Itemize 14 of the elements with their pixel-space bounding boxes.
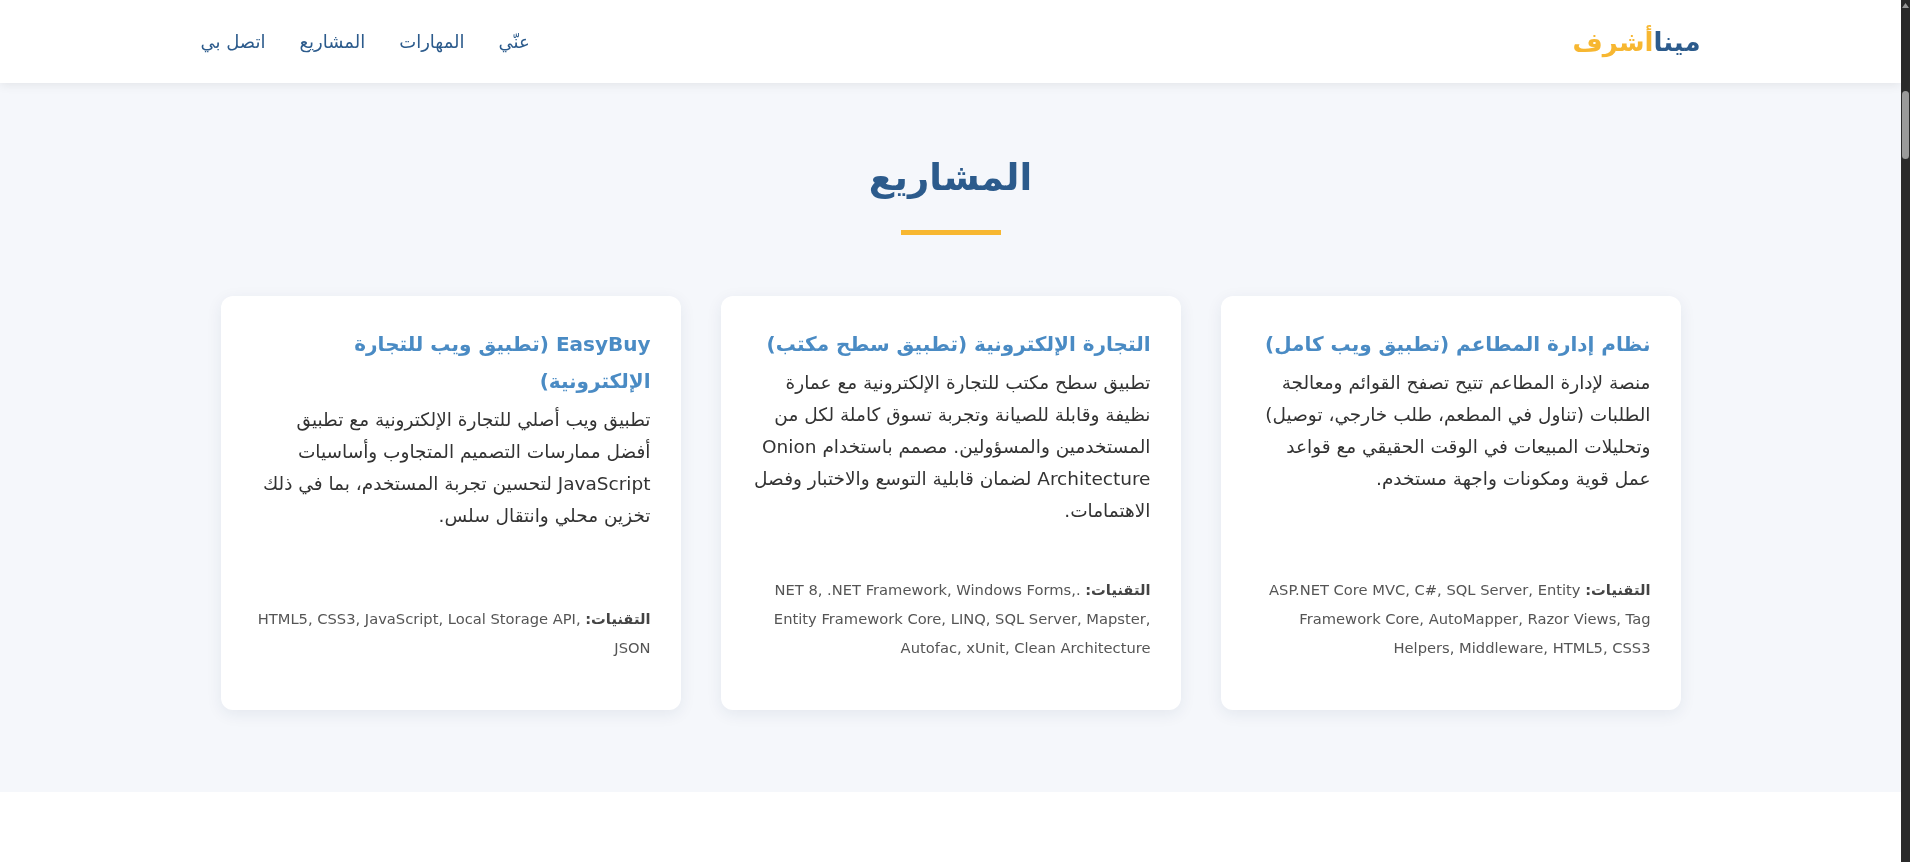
- nav-link[interactable]: المهارات: [399, 31, 465, 52]
- section-title: المشاريع: [868, 155, 1033, 201]
- project-description: تطبيق سطح مكتب للتجارة الإلكترونية مع عمارة نظيفة وقابلة للصيانة وتجربة تسوق كاملة لكل من المستخدمين والمسؤولين. مصمم باستخدام Onion Architecture لضمان قابلية التوسع والاختبار وفصل الاهتمامات.: [753, 371, 1151, 523]
- project-title: التجارة الإلكترونية (تطبيق سطح مكتب): [765, 331, 1151, 358]
- project-title: نظام إدارة المطاعم (تطبيق ويب كامل): [1264, 331, 1651, 358]
- nav-link[interactable]: اتصل بي: [200, 31, 266, 52]
- project-title: EasyBuy (تطبيق ويب للتجارة الإلكترونية): [353, 331, 651, 395]
- project-description: تطبيق ويب أصلي للتجارة الإلكترونية مع تطبيق أفضل ممارسات التصميم المتجاوب وأساسيات JavaScript لتحسين تجربة المستخدم، بما في ذلك تخزين محلي وانتقال سلس.: [261, 406, 651, 529]
- project-description: منصة لإدارة المطاعم تتيح تصفح القوائم ومعالجة الطلبات (تناول في المطعم، طلب خارجي، توصيل) وتحليلات المبيعات في الوقت الحقيقي مع قواعد عمل قوية ومكونات واجهة مستخدم.: [1264, 371, 1651, 492]
- scroll-up-arrow-icon[interactable]: [1902, 3, 1909, 8]
- scrollbar-thumb[interactable]: [1902, 91, 1909, 159]
- nav-link[interactable]: المشاريع: [299, 31, 366, 52]
- nav-link[interactable]: عنّي: [498, 31, 530, 52]
- site-logo[interactable]: ميناأشرف: [1572, 26, 1701, 57]
